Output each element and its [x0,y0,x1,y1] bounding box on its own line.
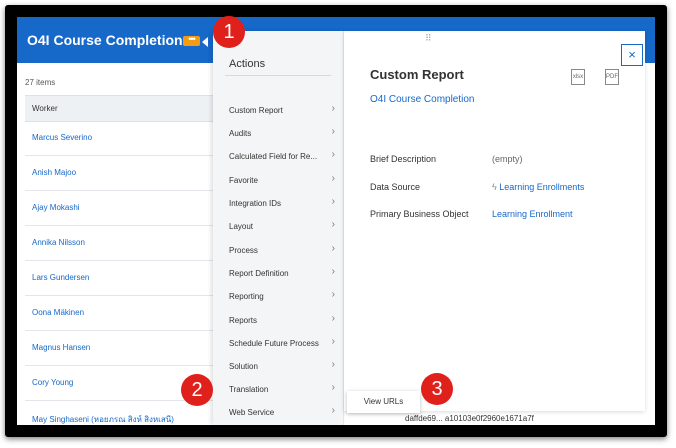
action-item-custom-report[interactable]: Custom Report › [229,100,337,120]
chevron-right-icon: › [331,359,335,370]
worker-link[interactable]: Magnus Hansen [32,343,90,352]
action-item-integration-ids[interactable]: Integration IDs › [229,193,337,213]
excel-export-icon[interactable]: xlsx [571,69,585,85]
action-label: Calculated Field for Re... [229,152,318,161]
action-label: Report Definition [229,269,289,278]
primary-business-object-label: Primary Business Object [370,209,469,219]
worker-link[interactable]: Oona Mäkinen [32,308,84,317]
brief-description-value: (empty) [492,154,523,164]
action-item-web-service[interactable]: Web Service › [229,402,337,422]
chevron-right-icon: › [331,149,335,160]
chevron-right-icon: › [331,126,335,137]
step-marker-3: 3 [421,373,453,405]
action-item-audits[interactable]: Audits › [229,123,337,143]
worker-link[interactable]: Annika Nilsson [32,238,85,247]
action-label: Translation [229,385,269,394]
worker-link[interactable]: Anish Majoo [32,168,76,177]
brief-description-label: Brief Description [370,154,437,164]
chevron-right-icon: › [331,103,335,114]
report-name-link[interactable]: O4I Course Completion [370,94,475,105]
items-count: 27 items [25,78,56,87]
action-item-process[interactable]: Process › [229,240,337,260]
page-title: O4I Course Completion [27,32,183,48]
worker-link[interactable]: Lars Gundersen [32,273,89,282]
action-label: Web Service [229,408,275,417]
action-item-translation[interactable]: Translation › [229,379,337,399]
action-item-layout[interactable]: Layout › [229,216,337,236]
hash-value: daffde69... a10103e0f2960e1671a7f [405,414,534,423]
chevron-right-icon: › [331,382,335,393]
primary-business-object-link[interactable]: Learning Enrollment [492,209,573,219]
chevron-right-icon: › [331,405,335,416]
action-label: Solution [229,362,258,371]
view-urls-menu-item[interactable]: View URLs [347,391,420,413]
action-item-reports[interactable]: Reports › [229,310,337,330]
pdf-export-icon[interactable]: PDF [605,69,619,85]
divider [225,75,331,76]
action-item-reporting[interactable]: Reporting › [229,286,337,306]
action-label: Process [229,246,258,255]
action-label: Custom Report [229,106,283,115]
worker-link[interactable]: Ajay Mokashi [32,203,80,212]
chevron-right-icon: › [331,266,335,277]
chevron-right-icon: › [331,313,335,324]
worker-link[interactable]: Marcus Severino [32,133,92,142]
screenshot-frame: O4I Course Completion ••• 27 items Worke… [5,5,667,437]
actions-menu: Actions Custom Report › Audits › Calculate… [213,31,344,425]
action-item-report-definition[interactable]: Report Definition › [229,263,337,283]
action-item-calculated-field[interactable]: Calculated Field for Re... › [229,146,337,166]
action-label: Integration IDs [229,199,282,208]
detail-title: Custom Report [370,67,464,82]
chevron-right-icon: › [331,173,335,184]
action-item-schedule-future-process[interactable]: Schedule Future Process › [229,333,337,353]
related-actions-button[interactable]: ••• [183,35,200,46]
report-detail-panel: ⠿ × Custom Report O4I Course Completion … [344,31,645,411]
action-item-favorite[interactable]: Favorite › [229,170,337,190]
worker-link[interactable]: May Singhaseni (หอยภรณ สิงห์ สิงหเสนี) [32,413,174,425]
chevron-right-icon: › [331,243,335,254]
step-marker-1: 1 [213,16,245,48]
actions-title: Actions [229,58,266,70]
action-item-solution[interactable]: Solution › [229,356,337,376]
close-button[interactable]: × [621,44,643,66]
action-label: Reports [229,316,258,325]
data-source-label: Data Source [370,182,421,192]
popup-pointer [202,37,208,47]
chevron-right-icon: › [331,219,335,230]
action-label: Layout [229,222,254,231]
chevron-right-icon: › [331,196,335,207]
worker-link[interactable]: Cory Young [32,378,73,387]
action-label: Audits [229,129,252,138]
drag-handle-icon[interactable]: ⠿ [425,33,433,44]
workday-screen: O4I Course Completion ••• 27 items Worke… [17,17,655,425]
chevron-right-icon: › [331,289,335,300]
action-label: Reporting [229,292,264,301]
step-marker-2: 2 [181,374,213,406]
action-label: Favorite [229,176,258,185]
chevron-right-icon: › [331,336,335,347]
data-source-value: Learning Enrollments [499,182,585,192]
action-label: Schedule Future Process [229,339,319,348]
column-header-worker[interactable]: Worker [32,104,58,113]
data-source-link[interactable]: ϟ Learning Enrollments [492,182,584,192]
